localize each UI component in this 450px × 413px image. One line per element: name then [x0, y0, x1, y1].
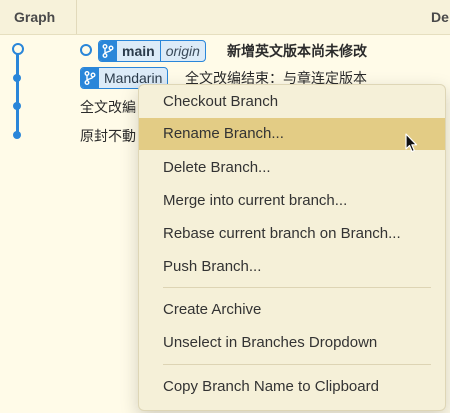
commit-marker	[80, 44, 92, 56]
menu-item-delete-branch[interactable]: Delete Branch...	[139, 152, 445, 184]
graph-node	[13, 102, 21, 110]
graph-branch-line	[16, 50, 19, 136]
column-divider[interactable]	[76, 0, 77, 34]
branch-badge-main[interactable]: main origin	[98, 40, 206, 62]
commit-message: 全文改編	[80, 100, 136, 116]
branch-icon	[81, 68, 99, 88]
table-header: Graph De	[0, 0, 450, 35]
commit-row[interactable]: main origin 新增英文版本尚未修改	[80, 40, 450, 62]
graph-node	[13, 131, 21, 139]
mouse-pointer-icon	[405, 133, 419, 157]
menu-separator	[163, 364, 431, 365]
description-column-header[interactable]: De	[431, 9, 449, 25]
branch-name: main	[122, 43, 155, 59]
graph-column-header[interactable]: Graph	[14, 9, 55, 25]
menu-separator	[163, 287, 431, 288]
menu-item-create-archive[interactable]: Create Archive	[139, 294, 445, 326]
commit-message: 新增英文版本尚未修改	[227, 44, 367, 60]
branch-icon	[99, 41, 117, 61]
menu-item-copy-branch-name[interactable]: Copy Branch Name to Clipboard	[139, 371, 445, 403]
remote-name: origin	[159, 41, 205, 61]
commit-row[interactable]: 全文改編	[80, 96, 140, 118]
menu-item-merge-into-current[interactable]: Merge into current branch...	[139, 185, 445, 217]
graph-head-node	[12, 43, 24, 55]
menu-item-checkout-branch[interactable]: Checkout Branch	[139, 86, 445, 118]
graph-node	[13, 74, 21, 82]
menu-item-rebase-current[interactable]: Rebase current branch on Branch...	[139, 218, 445, 250]
commit-row[interactable]: 原封不動	[80, 125, 140, 147]
menu-item-rename-branch[interactable]: Rename Branch...	[139, 118, 445, 150]
branch-context-menu: Checkout Branch Rename Branch... Delete …	[138, 84, 446, 411]
menu-item-unselect-in-dropdown[interactable]: Unselect in Branches Dropdown	[139, 327, 445, 359]
menu-item-push-branch[interactable]: Push Branch...	[139, 251, 445, 283]
commit-message: 原封不動	[80, 129, 136, 145]
